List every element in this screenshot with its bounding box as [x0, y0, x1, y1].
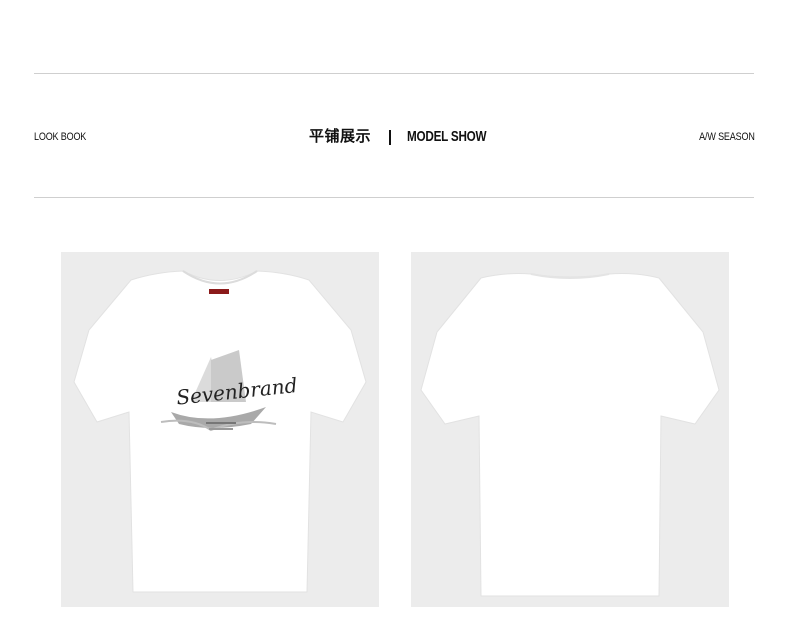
- section-title-en: MODEL SHOW: [407, 128, 487, 145]
- bottom-divider: [34, 197, 754, 198]
- look-book-label: LOOK BOOK: [34, 131, 87, 143]
- section-title-cn: 平铺展示: [309, 128, 372, 145]
- tshirt-back-illustration: [420, 273, 720, 597]
- tshirt-front-illustration: Sevenbrand: [73, 270, 367, 593]
- title-separator: [389, 129, 392, 145]
- season-label: A/W SEASON: [699, 131, 755, 143]
- tshirt-front-image[interactable]: Sevenbrand: [61, 252, 379, 607]
- top-divider: [34, 73, 754, 74]
- section-title: 平铺展示 MODEL SHOW: [309, 126, 509, 148]
- neck-label: [209, 289, 229, 294]
- tshirt-back-image[interactable]: [411, 252, 729, 607]
